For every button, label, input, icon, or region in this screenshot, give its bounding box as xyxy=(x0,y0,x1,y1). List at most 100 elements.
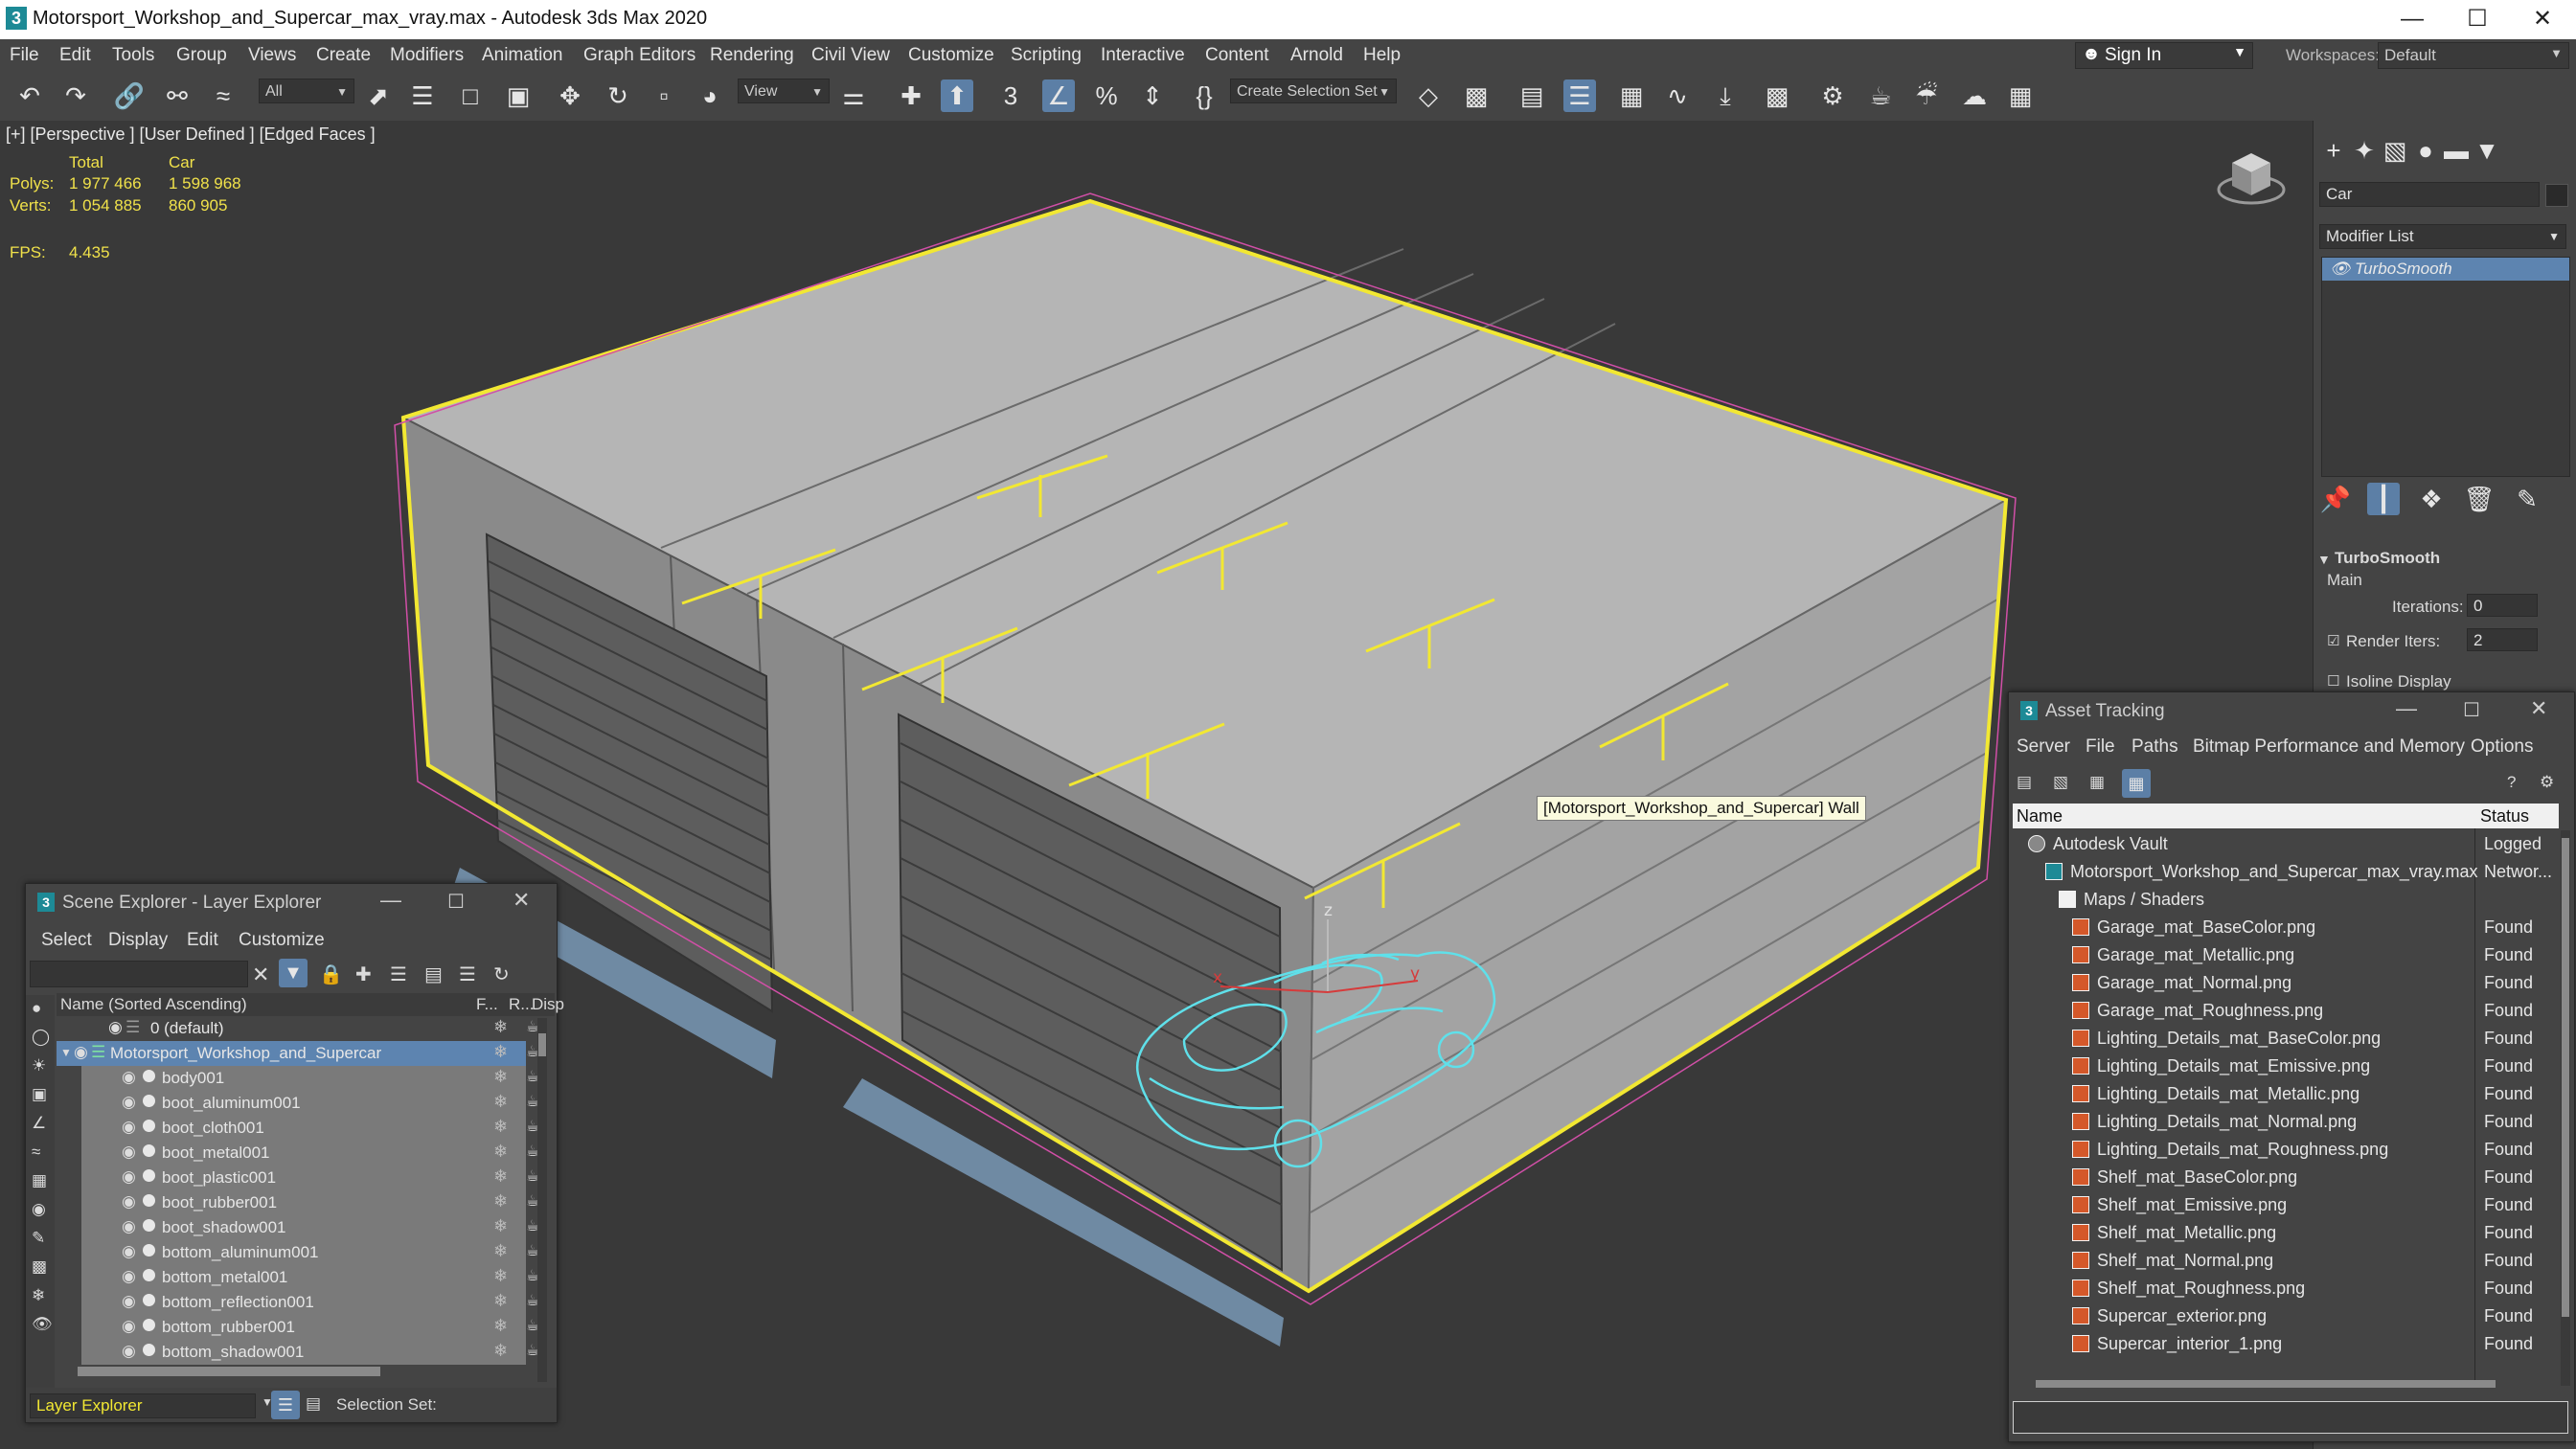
mirror-icon[interactable]: ◇ xyxy=(1412,79,1445,112)
reference-coordinate-dropdown[interactable]: View ▼ xyxy=(738,79,830,103)
toggle-scene-explorer-icon[interactable]: ▤ xyxy=(1516,79,1548,112)
iterations-spinner[interactable]: 0 xyxy=(2467,594,2538,617)
eye-icon[interactable]: ◉ xyxy=(122,1267,136,1286)
menu-paths[interactable]: Paths xyxy=(2131,736,2178,758)
table-row[interactable]: Lighting_Details_mat_Metallic.png Found xyxy=(2015,1080,2555,1108)
eye-icon[interactable]: ◉ xyxy=(122,1143,136,1162)
minimize-icon[interactable]: — xyxy=(2396,696,2417,721)
new-layer-icon[interactable]: ✚ xyxy=(355,962,372,986)
freeze-icon[interactable]: ❄ xyxy=(493,1291,508,1311)
redo-icon[interactable]: ↷ xyxy=(59,79,92,112)
keyboard-shortcut-override-icon[interactable]: ⬆ xyxy=(941,79,973,112)
freeze-icon[interactable]: ❄ xyxy=(493,1191,508,1211)
render-in-cloud-icon[interactable]: ☁ xyxy=(1958,79,1991,112)
freeze-icon[interactable]: ❄ xyxy=(493,1216,508,1236)
render-iters-spinner[interactable]: 2 xyxy=(2467,628,2538,651)
rotate-icon[interactable]: ↻ xyxy=(602,79,634,112)
eye-icon[interactable]: ◉ xyxy=(122,1068,136,1087)
list-item[interactable]: ◉ bottom_shadow001 ❄ ☕ xyxy=(81,1340,539,1365)
table-row[interactable]: Lighting_Details_mat_Emissive.png Found xyxy=(2015,1053,2555,1080)
list-view-icon[interactable]: ▤ xyxy=(2017,773,2032,792)
explorer-scroll-thumb[interactable] xyxy=(538,1033,546,1056)
eye-icon[interactable]: ◉ xyxy=(122,1167,136,1187)
find-input[interactable] xyxy=(30,961,248,987)
help-icon[interactable]: ? xyxy=(2507,773,2516,792)
maximize-icon[interactable]: ☐ xyxy=(2463,698,2480,722)
minimize-icon[interactable]: — xyxy=(380,888,401,913)
named-selection-set-dropdown[interactable]: Create Selection Set ▼ xyxy=(1230,79,1397,103)
list-item[interactable]: ◉ boot_aluminum001 ❄ ☕ xyxy=(81,1091,539,1116)
render-setup-icon[interactable]: ⚙ xyxy=(1816,79,1849,112)
freeze-icon[interactable]: ❄ xyxy=(493,1241,508,1261)
asset-hscroll-thumb[interactable] xyxy=(2036,1380,2496,1388)
menu-civil-view[interactable]: Civil View xyxy=(811,45,890,66)
table-row[interactable]: Supercar_interior_1.png Found xyxy=(2015,1330,2555,1358)
filter-icon[interactable]: ▼ xyxy=(279,959,308,987)
bind-space-warp-icon[interactable]: ≈ xyxy=(207,79,239,112)
menu-edit[interactable]: Edit xyxy=(187,930,218,951)
toggle-layer-explorer-icon[interactable]: ☰ xyxy=(1563,79,1596,112)
menu-views[interactable]: Views xyxy=(248,45,296,66)
layers-icon[interactable]: ☰ xyxy=(459,962,476,986)
table-row[interactable]: Shelf_mat_BaseColor.png Found xyxy=(2015,1164,2555,1191)
asset-path-field[interactable] xyxy=(2013,1401,2568,1434)
list-item[interactable]: ◉ bottom_aluminum001 ❄ ☕ xyxy=(81,1240,539,1265)
col-name[interactable]: Name (Sorted Ascending) xyxy=(60,995,247,1014)
hierarchy-tab-icon[interactable]: ▧ xyxy=(2379,134,2411,167)
eye-icon[interactable]: ◉ xyxy=(122,1118,136,1137)
eye-icon[interactable]: ◉ xyxy=(122,1292,136,1311)
menu-customize[interactable]: Customize xyxy=(908,45,994,66)
maximize-icon[interactable]: ☐ xyxy=(2449,4,2506,34)
move-icon[interactable]: ✥ xyxy=(554,79,586,112)
col-render[interactable]: R... xyxy=(509,995,534,1014)
tree-view-icon[interactable]: ▦ xyxy=(2089,773,2105,792)
freeze-icon[interactable]: ❄ xyxy=(493,1017,508,1037)
col-status[interactable]: Status xyxy=(2480,806,2529,826)
menu-graph-editors[interactable]: Graph Editors xyxy=(583,45,695,66)
menu-create[interactable]: Create xyxy=(316,45,371,66)
menu-group[interactable]: Group xyxy=(176,45,227,66)
menu-interactive[interactable]: Interactive xyxy=(1101,45,1185,66)
stack-item-turbosmooth[interactable]: 👁 TurboSmooth xyxy=(2322,258,2569,281)
asset-tracking-titlebar[interactable]: 3 Asset Tracking — ☐ ✕ xyxy=(2009,692,2574,729)
unlink-icon[interactable]: ⚯ xyxy=(161,79,194,112)
geometry-filter-icon[interactable]: ● xyxy=(32,999,41,1018)
grid-view-icon[interactable]: ▦ xyxy=(2122,769,2151,798)
table-row[interactable]: Motorsport_Workshop_and_Supercar_max_vra… xyxy=(2015,858,2555,886)
curve-editor-icon[interactable]: ∿ xyxy=(1661,79,1694,112)
align-icon[interactable]: ▩ xyxy=(1460,79,1493,112)
freeze-icon[interactable]: ❄ xyxy=(493,1042,508,1062)
eye-icon[interactable]: ◉ xyxy=(122,1242,136,1261)
place-icon[interactable]: ◕ xyxy=(694,79,726,112)
table-row[interactable]: Shelf_mat_Roughness.png Found xyxy=(2015,1275,2555,1302)
hierarchy-icon[interactable]: ▤ xyxy=(424,962,443,986)
maximize-icon[interactable]: ☐ xyxy=(447,890,465,914)
eye-icon[interactable]: 👁 xyxy=(2330,258,2351,281)
clear-find-icon[interactable]: ✕ xyxy=(252,962,269,987)
freeze-icon[interactable]: ❄ xyxy=(493,1117,508,1137)
schematic-view-icon[interactable]: ⤓ xyxy=(1709,79,1742,112)
table-view-icon[interactable]: ▧ xyxy=(2053,773,2068,792)
close-icon[interactable]: ✕ xyxy=(2530,696,2547,721)
freeze-icon[interactable]: ❄ xyxy=(493,1341,508,1361)
hierarchy-toggle-icon[interactable]: ▤ xyxy=(306,1394,321,1414)
col-frozen[interactable]: F... xyxy=(476,995,498,1014)
menu-display[interactable]: Display xyxy=(108,930,168,951)
menu-arnold[interactable]: Arnold xyxy=(1290,45,1343,66)
rectangular-selection-icon[interactable]: □ xyxy=(454,79,487,112)
selection-filter-dropdown[interactable]: All ▼ xyxy=(259,79,354,103)
asset-scroll-thumb[interactable] xyxy=(2562,838,2569,1317)
table-row[interactable]: Lighting_Details_mat_Roughness.png Found xyxy=(2015,1136,2555,1164)
table-row[interactable]: Maps / Shaders xyxy=(2015,886,2555,914)
rollout-title[interactable]: TurboSmooth xyxy=(2335,549,2440,568)
angle-snap-icon[interactable]: ∠ xyxy=(1042,79,1075,112)
list-item[interactable]: ◉ body001 ❄ ☕ xyxy=(81,1066,539,1091)
freeze-icon[interactable]: ❄ xyxy=(493,1092,508,1112)
settings-icon[interactable]: ⚙ xyxy=(2540,773,2554,792)
table-row[interactable]: Garage_mat_Metallic.png Found xyxy=(2015,941,2555,969)
asset-scrollbar[interactable] xyxy=(2561,830,2570,1386)
material-editor-icon[interactable]: ▩ xyxy=(1761,79,1793,112)
eye-icon[interactable]: ◉ xyxy=(122,1342,136,1361)
menu-file[interactable]: File xyxy=(10,45,39,66)
table-row[interactable]: Lighting_Details_mat_Normal.png Found xyxy=(2015,1108,2555,1136)
